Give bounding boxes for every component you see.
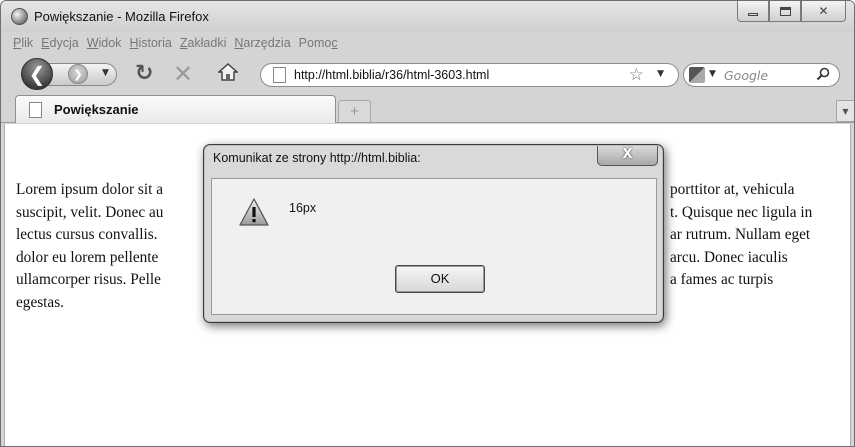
- text-line-right: arcu. Donec iaculis: [670, 248, 788, 266]
- maximize-button[interactable]: [769, 1, 801, 22]
- menu-item-narzędzia[interactable]: Narzędzia: [234, 36, 290, 50]
- text-line-right: porttitor at, vehicula: [670, 181, 795, 198]
- back-icon: ❮: [28, 62, 46, 86]
- text-line-left: lectus cursus convallis.: [16, 226, 158, 243]
- warning-icon: [239, 198, 269, 226]
- home-icon[interactable]: [218, 62, 238, 82]
- stop-icon[interactable]: ✕: [173, 60, 193, 88]
- close-icon: ✕: [818, 4, 829, 18]
- title-bar: Powiększanie - Mozilla Firefox ✕: [1, 1, 854, 32]
- maximize-icon: [779, 6, 791, 16]
- search-icon[interactable]: [816, 67, 830, 81]
- text-line-left: ullamcorper risus. Pelle: [16, 271, 161, 288]
- new-tab-button[interactable]: +: [338, 100, 371, 122]
- navigation-toolbar: ❮ ❯ ▼ ↻ ✕ http://html.biblia/r36/html-36…: [1, 55, 854, 91]
- text-line-left: Lorem ipsum dolor sit a: [16, 181, 164, 198]
- text-line-left: dolor eu lorem pellente: [16, 248, 159, 266]
- search-bar[interactable]: ▼ Google: [683, 63, 840, 87]
- firefox-icon: [11, 8, 28, 25]
- tab-list-button[interactable]: ▼: [836, 100, 854, 122]
- window-title: Powiększanie - Mozilla Firefox: [34, 9, 209, 24]
- menu-item-edycja[interactable]: Edycja: [41, 36, 79, 50]
- window-controls: ✕: [737, 1, 846, 22]
- menu-item-widok[interactable]: Widok: [87, 36, 122, 50]
- menu-item-pomoc[interactable]: Pomoc: [299, 36, 338, 50]
- menu-bar: Plik Edycja Widok Historia Zakładki Narzędzia…: [1, 32, 854, 54]
- dialog-body: 16px OK: [211, 178, 657, 315]
- plus-icon: +: [349, 104, 360, 118]
- alert-dialog: Komunikat ze strony http://html.biblia: …: [203, 144, 664, 323]
- forward-button[interactable]: ❯: [68, 64, 88, 84]
- url-dropdown-icon[interactable]: ▼: [657, 69, 664, 79]
- reload-icon[interactable]: ↻: [135, 61, 153, 86]
- bookmark-star-icon[interactable]: ☆: [629, 65, 644, 85]
- text-line-right: ar rutrum. Nullam eget: [670, 226, 811, 243]
- search-input[interactable]: Google: [724, 68, 768, 83]
- page-icon: [29, 102, 42, 118]
- url-input[interactable]: http://html.biblia/r36/html-3603.html: [294, 68, 489, 82]
- dialog-title: Komunikat ze strony http://html.biblia:: [213, 151, 421, 165]
- page-icon: [273, 67, 286, 83]
- menu-item-plik[interactable]: Plik: [13, 36, 33, 50]
- text-line-left: egestas.: [16, 293, 64, 311]
- menu-item-zakładki[interactable]: Zakładki: [180, 36, 227, 50]
- text-line-left: suscipit, velit. Donec au: [16, 203, 164, 221]
- text-line-right: t. Quisque nec ligula in: [670, 203, 813, 221]
- back-button[interactable]: ❮: [21, 58, 53, 90]
- history-dropdown-icon[interactable]: ▼: [102, 68, 109, 78]
- dialog-close-button[interactable]: X: [597, 146, 658, 166]
- tab-strip: Powiększanie + ▼: [1, 92, 854, 123]
- ok-button[interactable]: OK: [395, 265, 485, 293]
- close-window-button[interactable]: ✕: [801, 1, 846, 22]
- chevron-down-icon: ▼: [842, 107, 849, 116]
- search-engine-icon[interactable]: [689, 67, 705, 83]
- minimize-button[interactable]: [737, 1, 769, 22]
- address-bar[interactable]: http://html.biblia/r36/html-3603.html ☆ …: [260, 63, 679, 87]
- forward-icon: ❯: [73, 67, 83, 81]
- menu-item-historia[interactable]: Historia: [129, 36, 171, 50]
- tab-powiekszanie[interactable]: Powiększanie: [15, 95, 336, 123]
- text-line-right: a fames ac turpis: [670, 271, 774, 288]
- close-icon: X: [622, 147, 633, 162]
- engine-dropdown-icon[interactable]: ▼: [709, 69, 716, 79]
- tab-label: Powiększanie: [54, 102, 139, 117]
- dialog-message: 16px: [289, 201, 317, 215]
- minimize-icon: [748, 12, 758, 16]
